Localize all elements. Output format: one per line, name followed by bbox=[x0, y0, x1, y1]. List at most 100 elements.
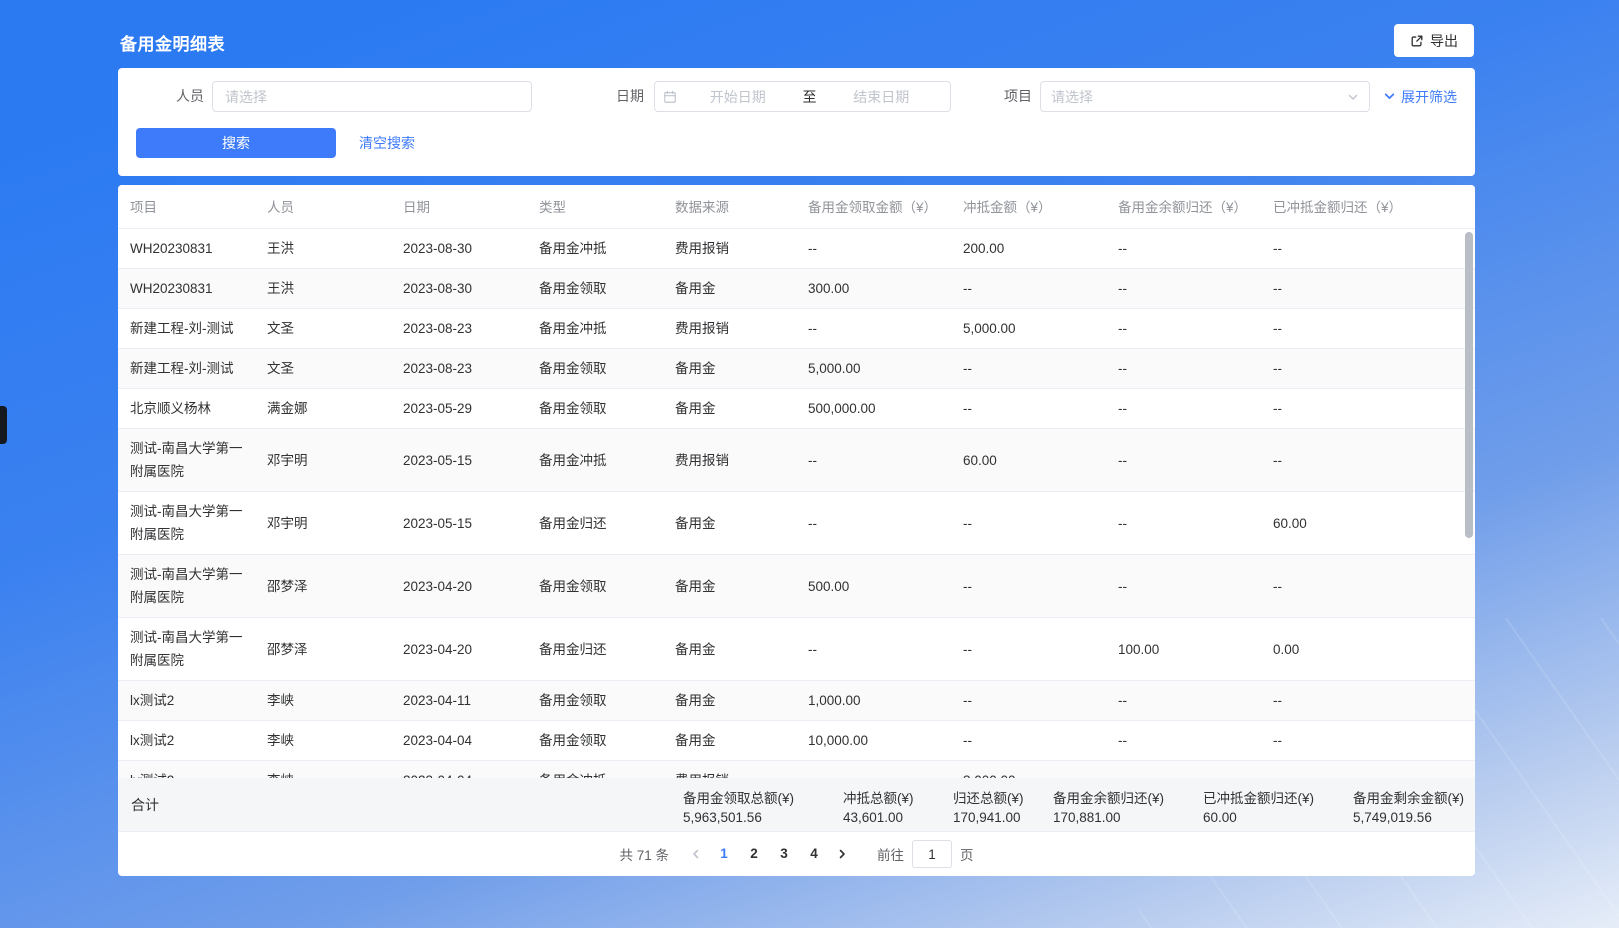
amount-cell: -- bbox=[1106, 269, 1261, 309]
expand-filters-link[interactable]: 展开筛选 bbox=[1383, 81, 1457, 112]
page-number-list: 1234 bbox=[709, 840, 829, 868]
summary-item-value: 60.00 bbox=[1203, 810, 1353, 825]
amount-cell: 200.00 bbox=[951, 229, 1106, 269]
amount-cell: -- bbox=[1106, 492, 1261, 555]
table-row[interactable]: 测试-南昌大学第一附属医院邵梦泽2023-04-20备用金归还备用金----10… bbox=[118, 618, 1475, 681]
summary-item-label: 已冲抵金额归还(¥) bbox=[1203, 787, 1353, 807]
table-cell: 备用金领取 bbox=[527, 389, 663, 429]
table-cell: 王洪 bbox=[255, 269, 391, 309]
table-cell: 2023-08-23 bbox=[391, 309, 527, 349]
date-end-input[interactable] bbox=[821, 89, 943, 105]
table-cell: 测试-南昌大学第一附属医院 bbox=[118, 618, 255, 681]
person-select-input[interactable] bbox=[212, 81, 532, 112]
amount-cell: -- bbox=[796, 229, 951, 269]
amount-cell: -- bbox=[796, 429, 951, 492]
table-cell: 新建工程-刘-测试 bbox=[118, 349, 255, 389]
amount-cell: -- bbox=[1106, 389, 1261, 429]
amount-cell: -- bbox=[1261, 389, 1475, 429]
table-row[interactable]: WH20230831王洪2023-08-30备用金领取备用金300.00----… bbox=[118, 269, 1475, 309]
table-row[interactable]: WH20230831王洪2023-08-30备用金冲抵费用报销--200.00-… bbox=[118, 229, 1475, 269]
export-icon bbox=[1410, 34, 1424, 48]
page-number-button[interactable]: 2 bbox=[739, 840, 769, 868]
amount-cell: -- bbox=[951, 555, 1106, 618]
project-select-placeholder: 请选择 bbox=[1051, 87, 1347, 107]
amount-cell: 10,000.00 bbox=[796, 721, 951, 761]
summary-total-label: 合计 bbox=[131, 778, 159, 832]
table-cell: 备用金 bbox=[663, 618, 796, 681]
table-row[interactable]: 北京顺义杨林满金娜2023-05-29备用金领取备用金500,000.00---… bbox=[118, 389, 1475, 429]
table-cell: 备用金冲抵 bbox=[527, 761, 663, 779]
prev-page-button[interactable] bbox=[683, 840, 709, 868]
pagination-total: 共 71 条 bbox=[619, 844, 669, 864]
table-row[interactable]: 新建工程-刘-测试文圣2023-08-23备用金领取备用金5,000.00---… bbox=[118, 349, 1475, 389]
amount-cell: -- bbox=[1106, 229, 1261, 269]
chevron-right-icon bbox=[836, 848, 848, 860]
amount-cell: -- bbox=[1106, 761, 1261, 779]
date-start-input[interactable] bbox=[677, 89, 799, 105]
amount-cell: -- bbox=[951, 681, 1106, 721]
project-select[interactable]: 请选择 bbox=[1040, 81, 1370, 112]
table-cell: 备用金领取 bbox=[527, 555, 663, 618]
next-page-button[interactable] bbox=[829, 840, 855, 868]
goto-page-label: 前往 bbox=[877, 844, 904, 864]
table-cell: 备用金领取 bbox=[527, 681, 663, 721]
column-header: 备用金余额归还（¥） bbox=[1106, 185, 1261, 228]
table-body: WH20230831王洪2023-08-30备用金冲抵费用报销--200.00-… bbox=[118, 229, 1475, 778]
table-cell: 备用金 bbox=[663, 681, 796, 721]
page-number-button[interactable]: 4 bbox=[799, 840, 829, 868]
table-cell: 2023-04-04 bbox=[391, 721, 527, 761]
table-row[interactable]: lx测试2李峡2023-04-11备用金领取备用金1,000.00------ bbox=[118, 681, 1475, 721]
table-row[interactable]: lx测试2李峡2023-04-04备用金冲抵费用报销--3,000.00---- bbox=[118, 761, 1475, 779]
amount-cell: 3,000.00 bbox=[951, 761, 1106, 779]
amount-cell: -- bbox=[1106, 309, 1261, 349]
table-cell: 备用金领取 bbox=[527, 269, 663, 309]
table-cell: 2023-08-23 bbox=[391, 349, 527, 389]
amount-cell: 500,000.00 bbox=[796, 389, 951, 429]
column-header: 类型 bbox=[527, 185, 663, 228]
table-cell: 文圣 bbox=[255, 349, 391, 389]
amount-cell: -- bbox=[796, 309, 951, 349]
table-row[interactable]: lx测试2李峡2023-04-04备用金领取备用金10,000.00------ bbox=[118, 721, 1475, 761]
table-cell: 测试-南昌大学第一附属医院 bbox=[118, 492, 255, 555]
table-cell: 北京顺义杨林 bbox=[118, 389, 255, 429]
column-header: 备用金领取金额（¥） bbox=[796, 185, 951, 228]
table-cell: 费用报销 bbox=[663, 761, 796, 779]
summary-item: 备用金剩余金额(¥)5,749,019.56 bbox=[1353, 787, 1475, 825]
table-row[interactable]: 测试-南昌大学第一附属医院邓宇明2023-05-15备用金归还备用金------… bbox=[118, 492, 1475, 555]
column-header: 已冲抵金额归还（¥） bbox=[1261, 185, 1475, 228]
goto-page-input[interactable] bbox=[912, 840, 952, 868]
table-cell: 李峡 bbox=[255, 721, 391, 761]
table-cell: 2023-04-04 bbox=[391, 761, 527, 779]
sidebar-collapse-handle[interactable] bbox=[0, 406, 7, 444]
amount-cell: 1,000.00 bbox=[796, 681, 951, 721]
date-range-picker[interactable]: 至 bbox=[654, 81, 951, 112]
summary-row: 合计 备用金领取总额(¥)5,963,501.56冲抵总额(¥)43,601.0… bbox=[118, 778, 1475, 832]
column-header: 项目 bbox=[118, 185, 255, 228]
table-cell: 邓宇明 bbox=[255, 429, 391, 492]
page-number-button[interactable]: 3 bbox=[769, 840, 799, 868]
page-number-button[interactable]: 1 bbox=[709, 840, 739, 868]
amount-cell: 100.00 bbox=[1106, 618, 1261, 681]
person-filter-label: 人员 bbox=[176, 81, 204, 112]
page-title: 备用金明细表 bbox=[120, 30, 225, 55]
table-scrollbar-thumb[interactable] bbox=[1465, 232, 1473, 538]
table-cell: lx测试2 bbox=[118, 761, 255, 779]
search-button[interactable]: 搜索 bbox=[136, 128, 336, 158]
summary-item-label: 备用金剩余金额(¥) bbox=[1353, 787, 1475, 807]
table-cell: 备用金冲抵 bbox=[527, 429, 663, 492]
table-row[interactable]: 新建工程-刘-测试文圣2023-08-23备用金冲抵费用报销--5,000.00… bbox=[118, 309, 1475, 349]
table-row[interactable]: 测试-南昌大学第一附属医院邵梦泽2023-04-20备用金领取备用金500.00… bbox=[118, 555, 1475, 618]
export-button[interactable]: 导出 bbox=[1394, 24, 1474, 57]
table-cell: 备用金 bbox=[663, 269, 796, 309]
calendar-icon bbox=[663, 90, 677, 104]
table-cell: 邵梦泽 bbox=[255, 618, 391, 681]
table-cell: 备用金归还 bbox=[527, 492, 663, 555]
table-cell: lx测试2 bbox=[118, 681, 255, 721]
table-row[interactable]: 测试-南昌大学第一附属医院邓宇明2023-05-15备用金冲抵费用报销--60.… bbox=[118, 429, 1475, 492]
clear-search-link[interactable]: 清空搜索 bbox=[359, 128, 415, 158]
table-cell: 备用金领取 bbox=[527, 349, 663, 389]
table-cell: 李峡 bbox=[255, 681, 391, 721]
amount-cell: -- bbox=[951, 389, 1106, 429]
table-cell: WH20230831 bbox=[118, 269, 255, 309]
amount-cell: -- bbox=[1106, 681, 1261, 721]
